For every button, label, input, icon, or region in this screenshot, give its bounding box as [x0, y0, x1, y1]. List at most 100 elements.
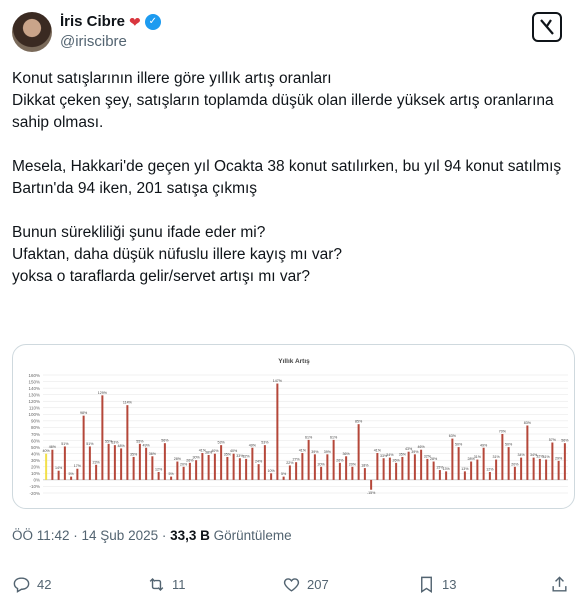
data-label: 5%	[69, 472, 75, 476]
bookmark-button[interactable]: 13	[417, 575, 456, 594]
bar	[220, 445, 223, 480]
y-tick-label: 110%	[29, 406, 40, 411]
data-label: -15%	[367, 491, 376, 495]
bar	[307, 439, 310, 480]
data-label: 35%	[130, 452, 138, 456]
bar	[207, 454, 210, 480]
reply-count: 42	[37, 577, 52, 592]
data-label: 48%	[118, 444, 126, 448]
bar	[388, 457, 391, 480]
avatar[interactable]	[12, 12, 52, 52]
y-tick-label: 140%	[28, 386, 40, 391]
data-label: 39%	[411, 450, 419, 454]
reply-icon	[13, 577, 30, 593]
share-icon	[552, 576, 567, 592]
bar	[82, 415, 85, 480]
y-tick-label: -10%	[29, 484, 40, 489]
author-handle[interactable]: @iriscibre	[60, 33, 127, 50]
data-label: 24%	[255, 460, 263, 464]
data-label: 36%	[343, 452, 351, 456]
repost-count: 11	[172, 577, 186, 592]
tweet-image-chart[interactable]: Yıllık Artış -20% -10% 0% 10% 20% 30% 40% 50% 60%…	[12, 344, 575, 509]
data-label: 53%	[218, 441, 226, 445]
data-label: 34%	[386, 453, 394, 457]
bar	[357, 424, 360, 480]
y-tick-label: 40%	[31, 451, 40, 456]
data-label: 39%	[324, 450, 332, 454]
data-label: 35%	[399, 452, 407, 456]
bar	[132, 456, 135, 480]
bar-chart: Yıllık Artış-20%-10%0%10%20%30%40%50%60%…	[28, 358, 569, 496]
data-label: 26%	[336, 458, 344, 462]
bar	[63, 446, 66, 480]
author-name[interactable]: İris Cibre	[60, 13, 125, 30]
bar	[445, 471, 448, 480]
author-name-row: İris Cibre ❤ ✓	[60, 13, 161, 30]
data-label: 29%	[555, 456, 563, 460]
data-label: 31%	[493, 455, 501, 459]
y-tick-label: 30%	[31, 458, 40, 463]
grok-icon[interactable]	[532, 12, 562, 42]
bar	[488, 472, 491, 480]
data-label: 98%	[80, 411, 88, 415]
bar	[451, 438, 454, 480]
bar	[551, 442, 554, 480]
data-label: 23%	[93, 460, 101, 464]
y-tick-label: 0%	[33, 478, 40, 483]
bar	[101, 395, 104, 480]
data-label: 5%	[169, 472, 175, 476]
bar	[201, 453, 204, 480]
y-tick-label: 80%	[31, 425, 40, 430]
data-label: 51%	[61, 442, 69, 446]
data-label: 51%	[86, 442, 94, 446]
data-label: 56%	[161, 439, 169, 443]
y-tick-label: 50%	[31, 445, 40, 450]
like-button[interactable]: 207	[282, 575, 329, 594]
bar	[188, 462, 191, 480]
data-label: 20%	[180, 462, 188, 466]
bar	[351, 466, 354, 480]
data-label: 13%	[443, 467, 451, 471]
bar	[176, 461, 179, 480]
bar	[370, 479, 373, 490]
y-tick-label: 10%	[31, 471, 40, 476]
y-tick-label: 90%	[31, 419, 40, 424]
bar	[76, 468, 79, 480]
reply-button[interactable]: 42	[12, 575, 51, 594]
bar	[238, 458, 241, 480]
bar	[513, 466, 516, 480]
bar	[432, 461, 435, 480]
data-label: 32%	[243, 454, 251, 458]
y-tick-label: 160%	[28, 373, 40, 378]
repost-button[interactable]: 11	[147, 575, 186, 594]
bar	[51, 449, 54, 480]
bar	[495, 459, 498, 480]
bar	[501, 434, 504, 480]
bar	[526, 425, 529, 480]
bar	[482, 447, 485, 480]
bar	[407, 451, 410, 480]
bar	[538, 458, 541, 480]
bar	[426, 458, 429, 480]
bar	[545, 459, 548, 480]
data-label: 28%	[430, 457, 438, 461]
data-label: 27%	[293, 458, 301, 462]
tweet-timestamp[interactable]: ÖÖ 11:42 · 14 Şub 2025 ·	[12, 528, 170, 543]
bar	[376, 453, 379, 480]
data-label: 49%	[480, 443, 488, 447]
bar	[163, 443, 166, 480]
data-label: 31%	[474, 455, 482, 459]
share-button[interactable]	[550, 575, 569, 594]
data-label: 39%	[311, 450, 319, 454]
bar	[557, 460, 560, 480]
data-label: 85%	[355, 420, 363, 424]
bar	[126, 405, 129, 480]
heart-icon	[283, 578, 300, 592]
data-label: 53%	[261, 441, 269, 445]
bar	[251, 447, 254, 480]
bar	[232, 453, 235, 480]
data-label: 31%	[543, 455, 551, 459]
y-tick-label: 20%	[31, 465, 40, 470]
data-label: 13%	[461, 467, 469, 471]
bar	[563, 443, 566, 480]
